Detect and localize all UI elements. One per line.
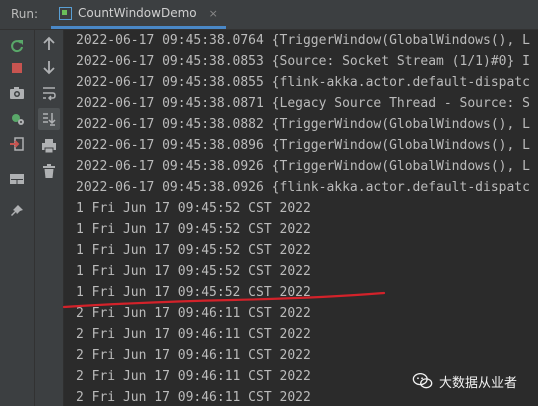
console-line: 2022-06-17 09:45:38.0926 {TriggerWindow(…	[76, 159, 530, 174]
print-icon[interactable]	[38, 135, 60, 157]
layout-icon[interactable]	[6, 168, 28, 190]
console-line: 2 Fri Jun 17 09:46:11 CST 2022	[76, 327, 311, 342]
console-line: 2 Fri Jun 17 09:46:11 CST 2022	[76, 348, 311, 363]
wechat-icon	[412, 373, 433, 389]
console-line: 2022-06-17 09:45:38.0926 {flink-akka.act…	[76, 180, 530, 195]
console-line: 2022-06-17 09:45:38.0764 {TriggerWindow(…	[76, 33, 530, 48]
console-line: 2 Fri Jun 17 09:46:11 CST 2022	[76, 369, 311, 384]
console-output[interactable]: 2022-06-17 09:45:38.0764 {TriggerWindow(…	[64, 30, 538, 406]
trash-icon[interactable]	[38, 160, 60, 182]
run-toolbar-left	[0, 30, 35, 406]
console-line: 1 Fri Jun 17 09:45:52 CST 2022	[76, 222, 311, 237]
console-line: 1 Fri Jun 17 09:45:52 CST 2022	[76, 201, 311, 216]
watermark: 大数据从业者	[412, 370, 517, 392]
run-toolbar-right	[35, 30, 64, 406]
console-line: 2022-06-17 09:45:38.0896 {TriggerWindow(…	[76, 138, 530, 153]
camera-icon[interactable]	[6, 82, 28, 104]
stop-icon[interactable]	[6, 57, 28, 79]
tab-countwindowdemo[interactable]: CountWindowDemo ×	[51, 0, 226, 29]
scroll-to-end-icon[interactable]	[38, 108, 60, 130]
run-label: Run:	[11, 7, 39, 21]
debug-settings-icon[interactable]	[6, 107, 28, 129]
red-underline-annotation	[62, 291, 386, 309]
arrow-down-icon[interactable]	[38, 56, 60, 78]
soft-wrap-icon[interactable]	[38, 82, 60, 104]
exit-icon[interactable]	[6, 133, 28, 155]
tab-title: CountWindowDemo	[78, 6, 197, 20]
console-line: 2 Fri Jun 17 09:46:11 CST 2022	[76, 390, 311, 405]
console-line: 2022-06-17 09:45:38.0871 {Legacy Source …	[76, 96, 530, 111]
run-tab-bar: Run: CountWindowDemo ×	[0, 0, 538, 30]
console-line: 2022-06-17 09:45:38.0855 {flink-akka.act…	[76, 75, 530, 90]
arrow-up-icon[interactable]	[38, 33, 60, 55]
pin-icon[interactable]	[6, 200, 28, 222]
rerun-icon[interactable]	[6, 35, 28, 57]
console-line: 1 Fri Jun 17 09:45:52 CST 2022	[76, 243, 311, 258]
console-line: 2022-06-17 09:45:38.0853 {Source: Socket…	[76, 54, 530, 69]
watermark-text: 大数据从业者	[439, 375, 518, 391]
run-config-icon	[59, 6, 72, 20]
console-line: 2022-06-17 09:45:38.0882 {TriggerWindow(…	[76, 117, 530, 132]
console-line: 1 Fri Jun 17 09:45:52 CST 2022	[76, 264, 311, 279]
close-icon[interactable]: ×	[209, 7, 218, 20]
